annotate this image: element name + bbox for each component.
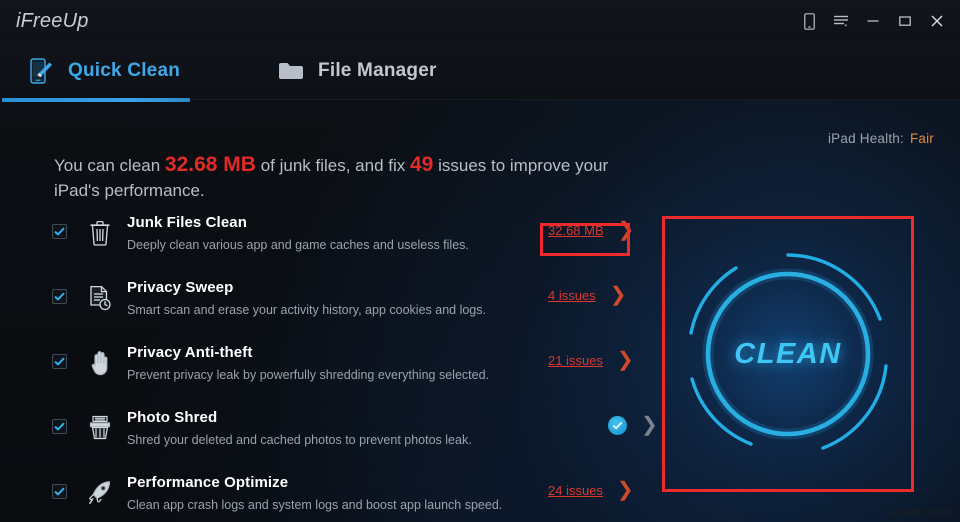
feature-text-junk-files-clean: Junk Files Clean Deeply clean various ap… xyxy=(127,212,469,255)
feature-value-performance-optimize: 24 issues ❯ xyxy=(548,480,634,500)
feature-row-privacy-sweep[interactable]: Privacy Sweep Smart scan and erase your … xyxy=(52,277,652,342)
health-value: Fair xyxy=(909,131,934,146)
performance-issues-link[interactable]: 24 issues xyxy=(548,483,603,498)
chevron-right-icon[interactable]: ❯ xyxy=(617,480,634,500)
phone-broom-icon xyxy=(26,56,56,86)
feature-text-privacy-anti-theft: Privacy Anti-theft Prevent privacy leak … xyxy=(127,342,489,385)
health-status: iPad Health: Fair xyxy=(828,131,934,146)
chevron-right-icon[interactable]: ❯ xyxy=(641,415,658,435)
feature-title: Performance Optimize xyxy=(127,474,289,491)
checkbox-privacy-sweep[interactable] xyxy=(52,289,67,304)
clean-button[interactable]: CLEAN xyxy=(665,219,911,489)
feature-description: Smart scan and erase your activity histo… xyxy=(127,303,486,317)
document-clock-icon xyxy=(83,281,117,315)
headline-junk-size: 32.68 MB xyxy=(164,153,256,176)
tab-bar-divider xyxy=(190,99,960,100)
feature-text-photo-shred: Photo Shred Shred your deleted and cache… xyxy=(127,407,472,450)
watermark: wsxdn.com xyxy=(888,505,952,519)
menu-icon[interactable] xyxy=(826,6,856,36)
headline-part-1: You can clean xyxy=(54,156,165,175)
hand-icon xyxy=(83,346,117,380)
window-controls xyxy=(794,0,952,42)
trash-can-icon xyxy=(83,216,117,250)
tab-quick-clean-label: Quick Clean xyxy=(68,60,181,81)
feature-value-privacy-anti-theft: 21 issues ❯ xyxy=(548,350,634,370)
shredder-icon xyxy=(83,411,117,445)
tab-quick-clean[interactable]: Quick Clean xyxy=(20,42,186,100)
tab-file-manager-label: File Manager xyxy=(318,60,437,81)
maximize-icon[interactable] xyxy=(890,6,920,36)
chevron-right-icon[interactable]: ❯ xyxy=(618,220,635,240)
feature-row-junk-files-clean[interactable]: Junk Files Clean Deeply clean various ap… xyxy=(52,212,652,277)
feature-title: Privacy Anti-theft xyxy=(127,344,253,361)
tab-file-manager[interactable]: File Manager xyxy=(270,42,443,100)
folder-icon xyxy=(276,56,306,86)
feature-description: Prevent privacy leak by powerfully shred… xyxy=(127,368,489,382)
feature-row-performance-optimize[interactable]: Performance Optimize Clean app crash log… xyxy=(52,472,652,522)
check-badge-icon[interactable] xyxy=(608,415,627,435)
feature-title: Privacy Sweep xyxy=(127,279,234,296)
feature-value-photo-shred: ❯ xyxy=(608,415,658,435)
feature-value-junk-files-clean: 32.68 MB ❯ xyxy=(548,220,634,240)
checkbox-performance-optimize[interactable] xyxy=(52,484,67,499)
checkbox-junk-files-clean[interactable] xyxy=(52,224,67,239)
anti-theft-issues-link[interactable]: 21 issues xyxy=(548,353,603,368)
clean-button-rings xyxy=(689,253,888,450)
device-icon[interactable] xyxy=(794,6,824,36)
rocket-icon xyxy=(83,476,117,510)
feature-description: Clean app crash logs and system logs and… xyxy=(127,498,503,512)
active-tab-indicator xyxy=(2,98,190,102)
title-bar: iFreeUp xyxy=(0,0,960,42)
headline-part-2: of junk files, and fix xyxy=(255,156,410,175)
summary-headline: You can clean 32.68 MB of junk files, an… xyxy=(54,152,634,203)
feature-row-photo-shred[interactable]: Photo Shred Shred your deleted and cache… xyxy=(52,407,658,472)
feature-row-privacy-anti-theft[interactable]: Privacy Anti-theft Prevent privacy leak … xyxy=(52,342,652,407)
health-label: iPad Health: xyxy=(827,131,904,146)
app-title: iFreeUp xyxy=(16,9,89,32)
checkbox-privacy-anti-theft[interactable] xyxy=(52,354,67,369)
feature-text-privacy-sweep: Privacy Sweep Smart scan and erase your … xyxy=(127,277,486,320)
feature-text-performance-optimize: Performance Optimize Clean app crash log… xyxy=(127,472,502,515)
feature-value-privacy-sweep: 4 issues ❯ xyxy=(548,285,626,305)
tab-bar: Quick Clean File Manager xyxy=(0,42,960,100)
close-icon[interactable] xyxy=(922,6,952,36)
chevron-right-icon[interactable]: ❯ xyxy=(610,285,627,305)
app-window: iFreeUp Quick Clean File Manager iPad He… xyxy=(0,0,960,522)
feature-list: Junk Files Clean Deeply clean various ap… xyxy=(52,212,658,522)
checkbox-photo-shred[interactable] xyxy=(52,419,67,434)
feature-description: Deeply clean various app and game caches… xyxy=(127,238,469,252)
privacy-sweep-issues-link[interactable]: 4 issues xyxy=(548,288,596,303)
feature-description: Shred your deleted and cached photos to … xyxy=(127,433,472,447)
junk-size-link[interactable]: 32.68 MB xyxy=(548,223,604,238)
minimize-icon[interactable] xyxy=(858,6,888,36)
feature-title: Photo Shred xyxy=(127,409,218,426)
feature-title: Junk Files Clean xyxy=(127,214,247,231)
chevron-right-icon[interactable]: ❯ xyxy=(617,350,634,370)
headline-issue-count: 49 xyxy=(410,153,434,176)
